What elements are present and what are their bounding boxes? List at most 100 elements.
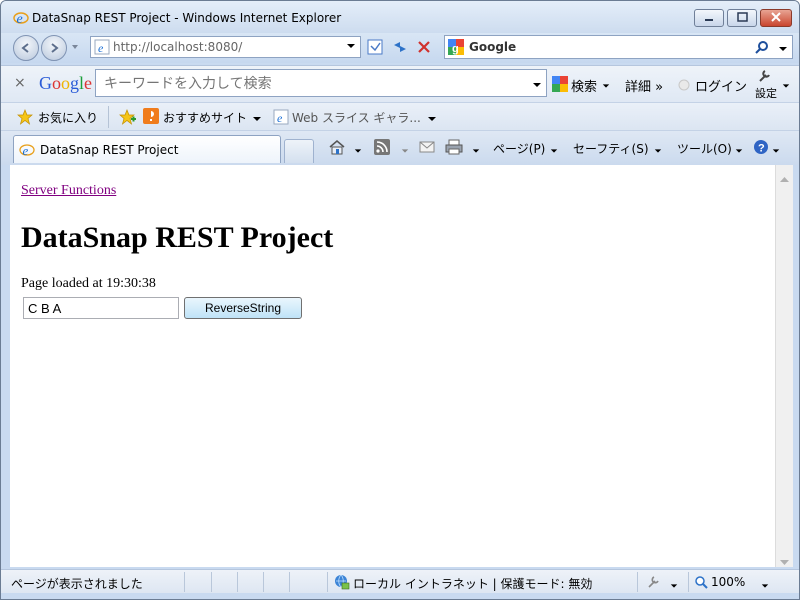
login-button[interactable]: ログイン xyxy=(695,76,747,95)
status-divider xyxy=(184,572,185,592)
search-options-dropdown-icon[interactable] xyxy=(778,43,788,57)
compatibility-view-icon[interactable] xyxy=(365,36,387,58)
google-logo[interactable]: Google xyxy=(39,73,92,94)
search-icon[interactable] xyxy=(755,40,769,57)
zoom-icon[interactable] xyxy=(694,575,708,592)
web-slice-gallery-link[interactable]: Web スライス ギャラ... xyxy=(292,109,421,126)
web-slice-dropdown-icon[interactable] xyxy=(427,113,437,127)
help-dropdown-icon[interactable] xyxy=(772,144,780,158)
safety-menu-dropdown-icon[interactable] xyxy=(654,144,662,158)
scroll-up-icon[interactable] xyxy=(780,171,789,185)
ie-logo-icon: e xyxy=(13,10,29,26)
search-provider-label: Google xyxy=(469,40,517,54)
status-divider xyxy=(211,572,212,592)
favorites-bar: お気に入り おすすめサイト e Web スライス ギャラ... xyxy=(1,102,799,131)
favorites-divider xyxy=(108,106,109,128)
security-zone-text: ローカル イントラネット | 保護モード: 無効 xyxy=(353,577,593,591)
history-dropdown-icon[interactable] xyxy=(70,41,80,55)
search-box[interactable]: g Google xyxy=(444,35,793,59)
browser-window: e DataSnap REST Project - Windows Intern… xyxy=(0,0,800,600)
favorites-star-icon xyxy=(17,109,33,128)
address-url[interactable]: http://localhost:8080/ xyxy=(113,40,242,54)
back-button[interactable] xyxy=(13,35,39,61)
login-icon xyxy=(678,79,690,94)
svg-text:e: e xyxy=(277,111,283,125)
svg-text:?: ? xyxy=(758,143,765,155)
tools-menu-dropdown-icon[interactable] xyxy=(735,144,743,158)
status-divider xyxy=(237,572,238,592)
close-window-button[interactable] xyxy=(760,9,792,27)
wrench-icon[interactable] xyxy=(757,69,773,86)
search-button-dropdown-icon[interactable] xyxy=(602,79,610,93)
google-search-icon xyxy=(552,76,568,95)
favorites-button[interactable]: お気に入り xyxy=(38,109,98,126)
tab-title: DataSnap REST Project xyxy=(40,143,179,157)
svg-text:e: e xyxy=(23,143,29,158)
address-bar[interactable]: e http://localhost:8080/ xyxy=(90,36,361,58)
mail-icon[interactable] xyxy=(419,140,435,157)
google-search-field[interactable] xyxy=(95,69,547,97)
google-toolbar: × Google 検索 詳細 » ログイン 設定 xyxy=(1,65,799,102)
title-bar: e DataSnap REST Project - Windows Intern… xyxy=(1,1,799,33)
status-divider xyxy=(289,572,290,592)
intranet-zone-icon xyxy=(334,574,350,593)
settings-dropdown-icon[interactable] xyxy=(782,79,790,93)
vertical-scrollbar[interactable] xyxy=(775,165,793,567)
safety-menu[interactable]: セーフティ(S) xyxy=(573,140,649,157)
status-divider xyxy=(637,572,638,592)
feeds-dropdown-icon[interactable] xyxy=(401,144,409,158)
reverse-string-input[interactable] xyxy=(23,297,179,319)
forward-button[interactable] xyxy=(41,35,67,61)
google-search-dropdown-icon[interactable] xyxy=(532,79,542,93)
new-tab-button[interactable] xyxy=(284,139,314,163)
suggested-sites-icon xyxy=(143,108,159,127)
status-divider xyxy=(327,572,328,592)
forward-arrow-icon xyxy=(51,43,59,53)
protected-mode-dropdown-icon[interactable] xyxy=(670,579,678,593)
status-divider xyxy=(688,572,689,592)
zoom-level[interactable]: 100% xyxy=(711,575,745,589)
suggested-sites-dropdown-icon[interactable] xyxy=(252,113,262,127)
svg-text:e: e xyxy=(98,41,104,55)
page-content: Server Functions DataSnap REST Project P… xyxy=(10,165,775,567)
zoom-dropdown-icon[interactable] xyxy=(761,579,769,593)
server-functions-link[interactable]: Server Functions xyxy=(21,183,116,199)
settings-label[interactable]: 設定 xyxy=(755,85,777,101)
page-heading: DataSnap REST Project xyxy=(21,221,334,254)
suggested-sites-link[interactable]: おすすめサイト xyxy=(163,109,247,126)
print-dropdown-icon[interactable] xyxy=(472,144,480,158)
maximize-button[interactable] xyxy=(727,9,757,27)
protected-mode-icon[interactable] xyxy=(646,575,662,592)
window-bottom-edge xyxy=(1,593,799,599)
print-icon[interactable] xyxy=(445,139,463,158)
status-message: ページが表示されました xyxy=(11,577,143,591)
back-arrow-icon xyxy=(21,43,29,53)
page-menu-dropdown-icon[interactable] xyxy=(550,144,558,158)
home-dropdown-icon[interactable] xyxy=(354,144,362,158)
scroll-down-icon[interactable] xyxy=(780,555,789,569)
home-icon[interactable] xyxy=(328,138,346,159)
status-divider xyxy=(263,572,264,592)
web-slice-icon: e xyxy=(273,109,289,128)
feeds-icon[interactable] xyxy=(374,139,390,158)
refresh-icon[interactable] xyxy=(389,36,411,58)
tools-menu[interactable]: ツール(O) xyxy=(677,140,732,157)
close-toolbar-icon[interactable]: × xyxy=(14,75,26,91)
tab-bar: e DataSnap REST Project ページ(P) セーフティ(S) … xyxy=(1,130,799,165)
google-search-button[interactable]: 検索 xyxy=(571,76,597,95)
google-search-input[interactable] xyxy=(102,75,526,93)
stop-icon[interactable] xyxy=(413,36,435,58)
status-bar: ページが表示されました ローカル イントラネット | 保護モード: 無効 100… xyxy=(1,569,799,594)
minimize-button[interactable] xyxy=(694,9,724,27)
tab-datasnap[interactable]: e DataSnap REST Project xyxy=(13,135,281,163)
window-title: DataSnap REST Project - Windows Internet… xyxy=(32,11,342,25)
reverse-string-button[interactable]: ReverseString xyxy=(184,297,302,319)
more-button[interactable]: 詳細 » xyxy=(625,76,663,95)
google-g-icon: g xyxy=(448,39,464,58)
help-icon[interactable]: ? xyxy=(753,139,769,158)
page-menu[interactable]: ページ(P) xyxy=(493,140,545,157)
add-favorites-icon[interactable] xyxy=(119,109,137,128)
tab-page-icon: e xyxy=(19,142,35,161)
page-icon: e xyxy=(94,39,110,55)
svg-text:g: g xyxy=(452,43,459,55)
